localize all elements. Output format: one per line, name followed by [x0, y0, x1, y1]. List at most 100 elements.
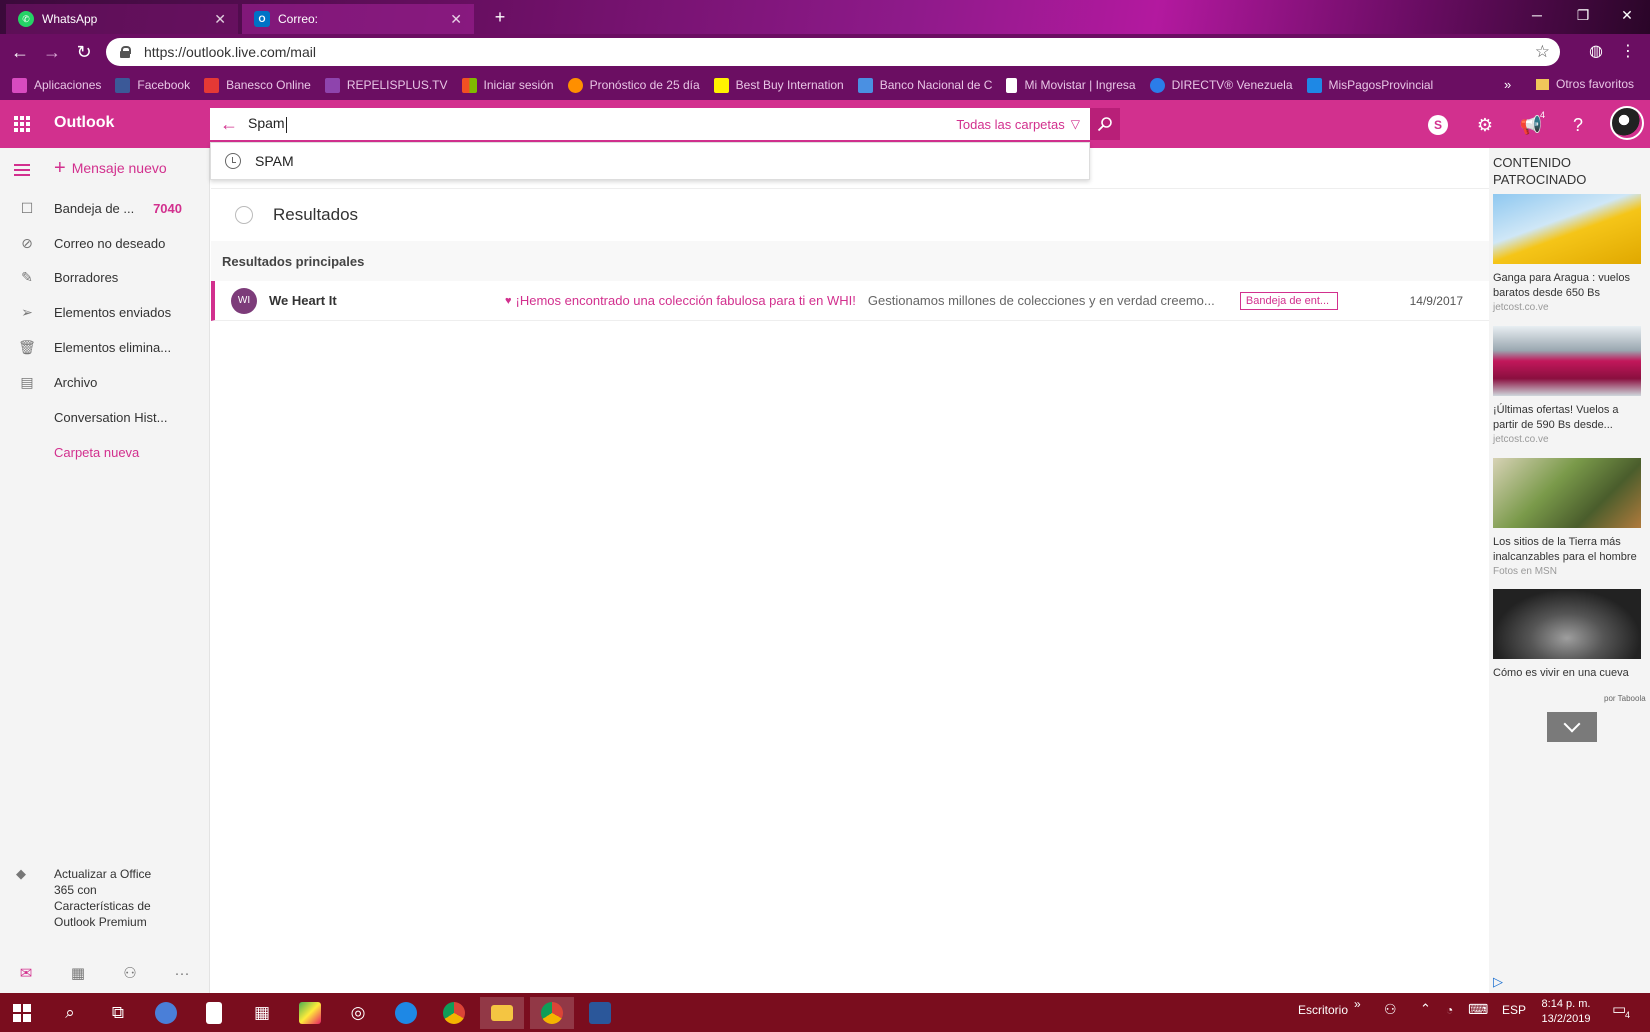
- upgrade-premium-link[interactable]: ◆ Actualizar a Office 365 con Caracterís…: [0, 866, 210, 930]
- close-icon[interactable]: ✕: [214, 11, 226, 28]
- url-field[interactable]: https://outlook.live.com/mail ☆: [106, 38, 1560, 66]
- bookmark-repelisplus[interactable]: REPELISPLUS.TV: [324, 77, 448, 93]
- search-icon: [1097, 117, 1112, 132]
- chevron-up-icon[interactable]: ⌃: [1420, 1001, 1431, 1017]
- bookmark-other-folder[interactable]: Otros favoritos: [1536, 77, 1634, 91]
- ad-item[interactable]: Cómo es vivir en una cueva: [1493, 589, 1643, 681]
- wifi-icon[interactable]: ◔: [1446, 1003, 1453, 1017]
- browser-menu-icon[interactable]: ⋮: [1616, 40, 1640, 64]
- folder-junk[interactable]: ⊘ Correo no deseado: [0, 226, 210, 260]
- close-icon[interactable]: ✕: [450, 11, 462, 28]
- app-tile: [541, 1002, 563, 1024]
- bookmark-mispagos[interactable]: MisPagosProvincial: [1306, 77, 1433, 93]
- bookmark-movistar[interactable]: Mi Movistar | Ingresa: [1006, 77, 1136, 93]
- forward-button[interactable]: →: [40, 40, 64, 64]
- outlook-header: Outlook ← Spam Todas las carpetas ▽ S ⚙ …: [0, 100, 1650, 148]
- avatar[interactable]: [1610, 106, 1644, 140]
- bookmark-bestbuy[interactable]: Best Buy Internation: [713, 77, 844, 93]
- message-preview: Gestionamos millones de colecciones y en…: [867, 293, 1215, 308]
- folder-sent[interactable]: ➢ Elementos enviados: [0, 295, 210, 329]
- app-brand[interactable]: Outlook: [54, 114, 114, 132]
- search-scope[interactable]: Todas las carpetas: [956, 117, 1064, 132]
- skype-button[interactable]: S: [1425, 112, 1451, 138]
- page-icon: [1006, 77, 1018, 93]
- bookmark-microsoft-login[interactable]: Iniciar sesión: [461, 77, 554, 93]
- filter-icon[interactable]: ▽: [1071, 117, 1080, 131]
- windows-icon: [13, 1004, 31, 1022]
- bookmark-star-icon[interactable]: ☆: [1535, 42, 1550, 62]
- media-player-icon[interactable]: ◎: [336, 997, 380, 1029]
- help-button[interactable]: ?: [1565, 112, 1591, 138]
- ad-image: [1493, 458, 1641, 528]
- toolbar-overflow-icon[interactable]: »: [1354, 997, 1361, 1011]
- minimize-button[interactable]: ─: [1514, 0, 1560, 30]
- tab-outlook[interactable]: O Correo: ✕: [242, 4, 474, 34]
- folder-drafts[interactable]: ✎ Borradores: [0, 260, 210, 294]
- app-tile: [206, 1002, 222, 1024]
- settings-button[interactable]: ⚙: [1472, 112, 1498, 138]
- system-clock[interactable]: 8:14 p. m. 13/2/2019: [1534, 997, 1598, 1027]
- folder-deleted[interactable]: 🗑 Elementos elimina...: [0, 330, 210, 364]
- ad-item[interactable]: Los sitios de la Tierra más inalcanzable…: [1493, 458, 1643, 577]
- language-indicator[interactable]: ESP: [1502, 1003, 1526, 1017]
- people-icon[interactable]: ⚇: [104, 964, 156, 982]
- ad-item[interactable]: ¡Últimas ofertas! Vuelos a partir de 590…: [1493, 326, 1643, 445]
- select-all-checkbox[interactable]: [235, 205, 253, 224]
- bookmark-apps[interactable]: Aplicaciones: [12, 77, 101, 93]
- app-launcher-icon[interactable]: [14, 116, 30, 132]
- word-icon[interactable]: [578, 997, 622, 1029]
- bookmark-banco-nacional[interactable]: Banco Nacional de C: [857, 77, 992, 93]
- folder-label: Elementos elimina...: [54, 339, 172, 355]
- app-tile: [395, 1002, 417, 1024]
- keyboard-icon[interactable]: ⌨: [1468, 1001, 1488, 1018]
- file-explorer-icon[interactable]: [480, 997, 524, 1029]
- restore-button[interactable]: ❐: [1560, 0, 1606, 30]
- chrome-icon[interactable]: [432, 997, 476, 1029]
- bookmarks-overflow-icon[interactable]: »: [1504, 77, 1511, 92]
- new-message-button[interactable]: + Mensaje nuevo: [54, 158, 167, 178]
- task-view-icon[interactable]: ⧉: [96, 997, 140, 1029]
- ad-item[interactable]: Ganga para Aragua : vuelos baratos desde…: [1493, 194, 1643, 313]
- search-button[interactable]: [1090, 108, 1120, 140]
- extension-icon[interactable]: ◍: [1584, 40, 1608, 64]
- new-tab-button[interactable]: +: [488, 6, 512, 30]
- reload-button[interactable]: ↻: [72, 40, 96, 64]
- photos-icon[interactable]: [288, 997, 332, 1029]
- search-input[interactable]: ← Spam Todas las carpetas ▽: [210, 108, 1090, 140]
- inbox-icon: ☐: [20, 199, 34, 216]
- notepad-icon[interactable]: [192, 997, 236, 1029]
- bookmark-weather[interactable]: Pronóstico de 25 día: [567, 77, 700, 93]
- bookmark-facebook[interactable]: Facebook: [115, 77, 190, 93]
- bookmark-label: REPELISPLUS.TV: [346, 78, 448, 92]
- search-query[interactable]: Spam: [248, 115, 956, 133]
- folder-conversation-history[interactable]: Conversation Hist...: [0, 400, 210, 434]
- new-folder-button[interactable]: Carpeta nueva: [0, 435, 210, 469]
- chrome-profile-icon[interactable]: [530, 997, 574, 1029]
- folder-archive[interactable]: ▤ Archivo: [0, 365, 210, 399]
- folder-badge[interactable]: Bandeja de ent...: [1239, 291, 1338, 310]
- people-icon[interactable]: ⚇: [1384, 1001, 1397, 1018]
- calendar-icon[interactable]: ▦: [52, 964, 104, 982]
- bookmark-directv[interactable]: DIRECTV® Venezuela: [1149, 77, 1293, 93]
- adchoices-icon[interactable]: ▷: [1493, 974, 1503, 990]
- desktop-toolbar-label[interactable]: Escritorio: [1298, 1003, 1348, 1017]
- start-button[interactable]: [0, 997, 44, 1029]
- close-window-button[interactable]: ✕: [1604, 0, 1650, 30]
- back-button[interactable]: ←: [8, 40, 32, 64]
- folder-inbox[interactable]: ☐ Bandeja de ... 7040: [0, 191, 210, 225]
- hamburger-menu-icon[interactable]: [14, 164, 30, 176]
- search-icon[interactable]: ⌕: [48, 997, 92, 1029]
- bookmark-banesco[interactable]: Banesco Online: [204, 77, 311, 93]
- edge-icon[interactable]: [384, 997, 428, 1029]
- ad-provider[interactable]: por Taboola: [1604, 694, 1646, 703]
- directv-icon: [1149, 77, 1165, 93]
- mail-icon[interactable]: ✉: [0, 964, 52, 982]
- tab-whatsapp[interactable]: ✆ WhatsApp ✕: [6, 4, 238, 34]
- search-suggestion[interactable]: SPAM: [210, 142, 1090, 180]
- table-row[interactable]: WI We Heart It ♥ ¡Hemos encontrado una c…: [211, 281, 1489, 321]
- scroll-down-button[interactable]: [1547, 712, 1597, 742]
- search-back-icon[interactable]: ←: [210, 114, 248, 135]
- more-icon[interactable]: ···: [156, 965, 208, 982]
- calculator-icon[interactable]: ▦: [240, 997, 284, 1029]
- cortana-icon[interactable]: [144, 997, 188, 1029]
